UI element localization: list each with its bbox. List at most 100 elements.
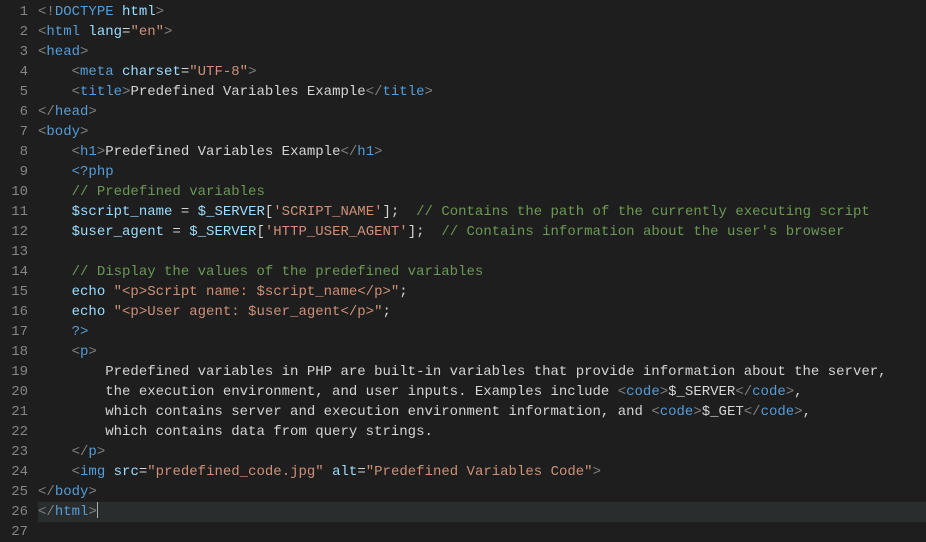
token-tag-punct: >	[794, 404, 802, 420]
code-line[interactable]: </head>	[38, 102, 926, 122]
token-tag-punct: </	[38, 104, 55, 120]
code-line[interactable]: echo "<p>Script name: $script_name</p>";	[38, 282, 926, 302]
code-line[interactable]: <p>	[38, 342, 926, 362]
code-line[interactable]: </body>	[38, 482, 926, 502]
token-tag-punct: >	[80, 124, 88, 140]
token-white: [	[256, 224, 264, 240]
line-number: 22	[0, 422, 28, 442]
token-white	[38, 284, 72, 300]
token-tag-name: h1	[80, 144, 97, 160]
code-line[interactable]: the execution environment, and user inpu…	[38, 382, 926, 402]
code-line[interactable]: <!DOCTYPE html>	[38, 2, 926, 22]
token-white: ];	[383, 204, 417, 220]
token-tag-punct: >	[88, 504, 96, 520]
code-line[interactable]: <body>	[38, 122, 926, 142]
token-tag-name: head	[46, 44, 80, 60]
token-tag-punct: </	[38, 504, 55, 520]
code-area[interactable]: <!DOCTYPE html><html lang="en"><head> <m…	[38, 0, 926, 540]
token-tag-punct: </	[366, 84, 383, 100]
code-line[interactable]	[38, 522, 926, 542]
token-str: "<p>Script name: $script_name</p>"	[114, 284, 400, 300]
token-tag-name: title	[383, 84, 425, 100]
token-tag-punct: >	[164, 24, 172, 40]
token-white: =	[164, 224, 189, 240]
code-line[interactable]: <title>Predefined Variables Example</tit…	[38, 82, 926, 102]
line-number: 20	[0, 382, 28, 402]
token-php-var: $script_name	[72, 204, 173, 220]
line-number: 1	[0, 2, 28, 22]
token-white	[38, 204, 72, 220]
code-line[interactable]: // Display the values of the predefined …	[38, 262, 926, 282]
token-tag-punct: >	[97, 144, 105, 160]
code-line[interactable]: </p>	[38, 442, 926, 462]
code-line[interactable]: which contains server and execution envi…	[38, 402, 926, 422]
token-tag-punct: >	[786, 384, 794, 400]
token-tag-punct: <	[72, 464, 80, 480]
token-tag-punct: </	[744, 404, 761, 420]
code-line[interactable]: <h1>Predefined Variables Example</h1>	[38, 142, 926, 162]
code-line[interactable]: ?>	[38, 322, 926, 342]
token-attr-val: "en"	[130, 24, 164, 40]
code-line[interactable]: echo "<p>User agent: $user_agent</p>";	[38, 302, 926, 322]
token-white: ,	[803, 404, 811, 420]
token-white: the execution environment, and user inpu…	[105, 384, 617, 400]
token-tag-punct: >	[88, 344, 96, 360]
token-tag-punct: <	[72, 344, 80, 360]
line-number: 12	[0, 222, 28, 242]
token-comment: // Contains information about the user's…	[441, 224, 844, 240]
token-white	[38, 164, 72, 180]
line-number: 15	[0, 282, 28, 302]
code-line[interactable]	[38, 242, 926, 262]
token-kw: <?php	[72, 164, 114, 180]
token-tag-name: code	[626, 384, 660, 400]
token-white: ;	[399, 284, 407, 300]
token-tag-punct: <	[618, 384, 626, 400]
line-number: 19	[0, 362, 28, 382]
token-ident: echo	[72, 304, 106, 320]
line-number: 2	[0, 22, 28, 42]
token-tag-punct: <!	[38, 4, 55, 20]
token-white: =	[139, 464, 147, 480]
code-line[interactable]: <img src="predefined_code.jpg" alt="Pred…	[38, 462, 926, 482]
token-tag-name: html	[55, 504, 89, 520]
code-line[interactable]: <?php	[38, 162, 926, 182]
code-line[interactable]: <head>	[38, 42, 926, 62]
token-tag-punct: >	[248, 64, 256, 80]
token-white	[38, 304, 72, 320]
line-number: 21	[0, 402, 28, 422]
code-line[interactable]: // Predefined variables	[38, 182, 926, 202]
token-tag-name: body	[55, 484, 89, 500]
token-white	[114, 4, 122, 20]
token-tag-name: meta	[80, 64, 114, 80]
token-tag-punct: <	[72, 64, 80, 80]
code-line[interactable]: <meta charset="UTF-8">	[38, 62, 926, 82]
token-comment: // Display the values of the predefined …	[72, 264, 484, 280]
token-tag-punct: <	[72, 144, 80, 160]
token-white: which contains data from query strings.	[105, 424, 433, 440]
code-line[interactable]: <html lang="en">	[38, 22, 926, 42]
token-white: Predefined Variables Example	[130, 84, 365, 100]
code-line[interactable]: </html>	[38, 502, 926, 522]
token-tag-punct: >	[425, 84, 433, 100]
token-white: =	[357, 464, 365, 480]
token-white: $_GET	[702, 404, 744, 420]
code-editor[interactable]: 1234567891011121314151617181920212223242…	[0, 0, 926, 540]
code-line[interactable]: Predefined variables in PHP are built-in…	[38, 362, 926, 382]
token-str: 'HTTP_USER_AGENT'	[265, 224, 408, 240]
token-white: $_SERVER	[668, 384, 735, 400]
code-line[interactable]: $script_name = $_SERVER['SCRIPT_NAME']; …	[38, 202, 926, 222]
token-white: Predefined Variables Example	[105, 144, 340, 160]
code-line[interactable]: which contains data from query strings.	[38, 422, 926, 442]
code-line[interactable]: $user_agent = $_SERVER['HTTP_USER_AGENT'…	[38, 222, 926, 242]
token-tag-name: code	[761, 404, 795, 420]
token-php-var: $_SERVER	[189, 224, 256, 240]
token-attr-name: src	[114, 464, 139, 480]
token-tag-punct: <	[651, 404, 659, 420]
token-tag-name: html	[46, 24, 80, 40]
line-number: 11	[0, 202, 28, 222]
token-white	[38, 464, 72, 480]
token-tag-punct: >	[693, 404, 701, 420]
token-white: ];	[408, 224, 442, 240]
token-attr-name: alt	[332, 464, 357, 480]
token-kw: ?>	[72, 324, 89, 340]
